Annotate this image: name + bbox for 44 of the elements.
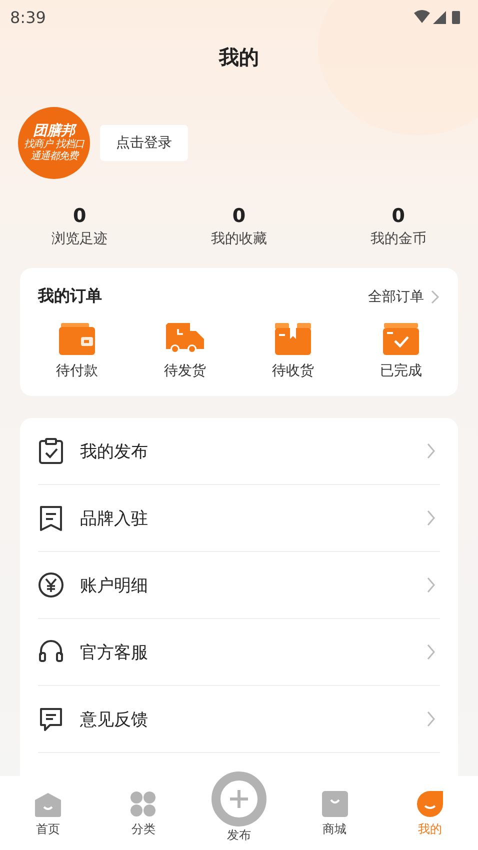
smile-icon [417,791,444,817]
home-icon [34,793,61,817]
menu-item[interactable]: 意见反馈 [38,686,440,753]
order-status-label[interactable]: 待付款 [56,362,98,380]
tab-item[interactable]: 首页 [12,793,83,838]
status-time: 8:39 [10,8,46,26]
login-button[interactable]: 点击登录 [100,125,188,161]
stat-value: 0 [232,205,246,227]
app-logo: 团膳邦 找商户 找档口 通通都免费 [18,107,90,179]
clipboard-icon [38,438,64,464]
box-icon[interactable] [275,323,311,355]
page-title: 我的 [219,44,259,71]
bookmark-icon [38,505,64,531]
headset-icon [38,639,64,665]
tab-item[interactable]: 发布 [204,771,274,844]
order-status-label[interactable]: 待发货 [164,362,206,380]
grid-icon [130,791,156,817]
stat-value: 0 [73,205,86,227]
order-status-label[interactable]: 待收货 [272,362,314,380]
menu-item[interactable]: 官方客服 [38,619,440,686]
menu-item[interactable]: 我的发布 [38,418,440,485]
chevron-icon [426,711,436,727]
tab-item[interactable]: 商城 [300,791,370,838]
stat-label[interactable]: 我的金币 [370,230,426,248]
stat-label[interactable]: 浏览足迹 [52,230,108,248]
chevron-icon [426,443,436,459]
chevron-icon [426,510,436,526]
all-orders-link[interactable]: 全部订单 [368,288,440,306]
truck-icon[interactable] [166,323,204,355]
yen-icon [38,572,64,598]
shopping-bag-icon [322,791,348,817]
orders-title: 我的订单 [38,286,102,307]
chevron-icon [426,644,436,660]
chat-icon [38,706,64,732]
check-card-icon[interactable] [383,323,419,355]
menu-item[interactable]: 账户明细 [38,552,440,619]
chevron-icon [426,577,436,593]
chevron-icon [430,290,440,304]
menu-item[interactable]: 品牌入驻 [38,485,440,552]
stat-value: 0 [392,205,405,227]
stat-label[interactable]: 我的收藏 [210,230,267,248]
wallet-icon[interactable] [59,323,95,355]
order-status-label[interactable]: 已完成 [380,362,422,380]
tab-item[interactable]: 分类 [108,791,178,838]
